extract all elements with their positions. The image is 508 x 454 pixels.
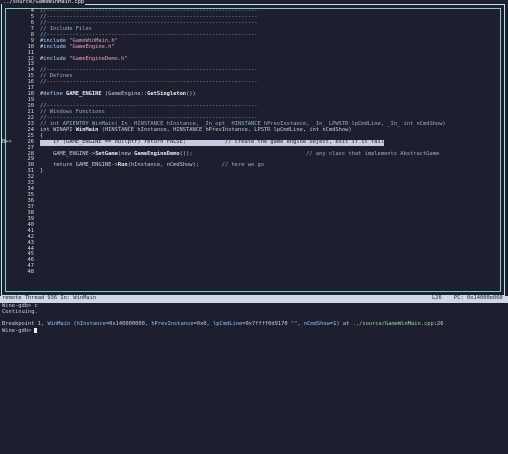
source-line[interactable]: 48 [2, 269, 502, 276]
bp-line: :26 [433, 320, 444, 327]
bp-arg4-value: =1) at [329, 320, 353, 327]
bp-arg2-value: =0x0, [193, 320, 213, 327]
console-line-breakpoint: Breakpoint 1, WinMain (hInstance=0x14000… [2, 320, 506, 328]
status-bar: remote Thread 936 In: WinMain L26 PC: 0x… [0, 295, 508, 303]
bp-function: WinMain [47, 320, 71, 327]
status-program-counter: PC: 0x14000e060 [454, 295, 503, 301]
text-cursor [34, 327, 38, 333]
bp-arg4-name: nCmdShow [303, 320, 330, 327]
source-code-view[interactable]: 4//-------------------------------------… [2, 8, 502, 276]
console-prompt: Wine-gdb> [2, 327, 35, 334]
console-prompt-line[interactable]: Wine-gdb> [2, 327, 506, 334]
bp-arg2-name: hPrevInstance [151, 320, 194, 327]
bp-arg1-value: =0x140000000, [105, 320, 152, 327]
gdb-console[interactable]: Wine-gdb> c Continuing. Breakpoint 1, Wi… [2, 303, 506, 334]
status-thread: remote Thread 936 In: WinMain [2, 295, 97, 301]
line-number: 48 [27, 269, 35, 276]
bp-arg1-name: hInstance [76, 320, 106, 327]
bp-arg3-value: =0x7ffff0d9170 [242, 320, 291, 327]
status-line-number: L26 [432, 295, 442, 301]
bp-arg3-name: lpCmdLine [213, 320, 243, 327]
bp-file: ../source/GameWinMain.cpp [352, 320, 434, 327]
bp-prefix: Breakpoint 1, [2, 320, 48, 327]
source-file-title: ../source/GameWinMain.cpp [2, 0, 86, 6]
